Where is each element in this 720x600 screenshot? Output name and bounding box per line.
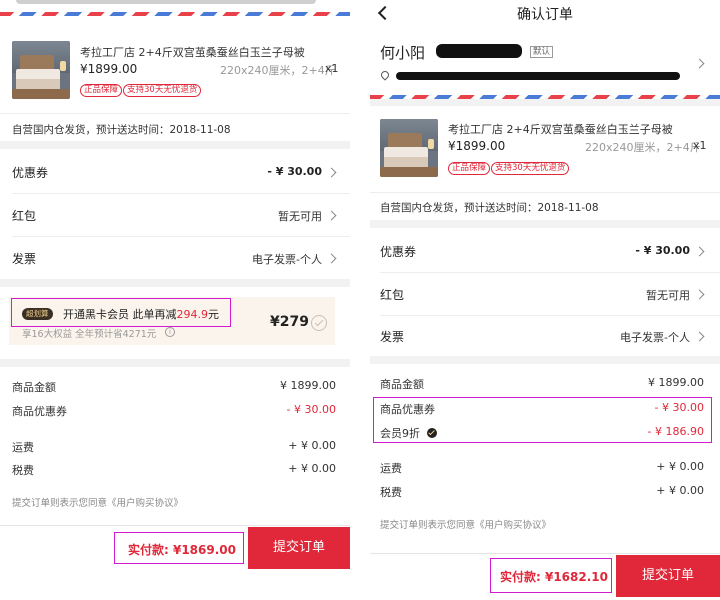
agreement-text[interactable]: 提交订单则表示您同意《用户购买协议》 <box>380 517 551 531</box>
sum-shipping-label: 运费 <box>12 441 34 454</box>
submit-order-button[interactable]: 提交订单 <box>616 555 720 597</box>
sum-tax-value: + ¥ 0.00 <box>288 462 336 475</box>
redpacket-value[interactable]: 暂无可用 <box>646 287 690 303</box>
invoice-value[interactable]: 电子发票-个人 <box>252 251 322 267</box>
divider <box>380 272 720 273</box>
redpacket-label[interactable]: 红包 <box>380 286 404 303</box>
tag-return: 支持30天无忧退货 <box>491 162 570 175</box>
tag-genuine: 正品保障 <box>448 162 491 175</box>
left-order-screen: 考拉工厂店 2+4斤双宫茧桑蚕丝白玉兰子母被 ¥1899.00 220x240厘… <box>0 0 350 600</box>
tag-genuine: 正品保障 <box>80 84 123 97</box>
sum-goods-label: 商品金额 <box>12 381 56 394</box>
chevron-right-icon[interactable] <box>694 58 705 69</box>
blackcard-price: ¥279 <box>270 314 309 330</box>
location-pin-icon <box>379 69 391 81</box>
sum-shipping-label: 运费 <box>380 462 402 475</box>
checkmark-circle-icon[interactable] <box>311 315 327 331</box>
highlight-box <box>11 298 231 327</box>
section-gap <box>0 359 350 367</box>
sum-tax-value: + ¥ 0.00 <box>656 484 704 497</box>
divider <box>370 192 720 193</box>
section-gap <box>370 356 720 364</box>
sum-goods-value: ¥ 1899.00 <box>648 376 704 389</box>
highlight-box <box>114 532 244 564</box>
invoice-label[interactable]: 发票 <box>380 328 404 345</box>
divider <box>12 236 350 237</box>
invoice-value[interactable]: 电子发票-个人 <box>620 329 690 345</box>
tag-return: 支持30天无忧退货 <box>123 84 202 97</box>
product-spec: 220x240厘米，2+4斤 <box>220 64 336 77</box>
redpacket-value[interactable]: 暂无可用 <box>278 208 322 224</box>
sum-goods-value: ¥ 1899.00 <box>280 379 336 392</box>
coupon-value[interactable]: - ¥ 30.00 <box>635 244 690 257</box>
chevron-right-icon[interactable] <box>326 167 337 178</box>
redacted-phone <box>436 44 522 58</box>
chevron-right-icon[interactable] <box>326 210 337 221</box>
address-line-cropped <box>16 0 316 4</box>
product-price: ¥1899.00 <box>448 139 506 153</box>
blackcard-sub: 享16大权益 全年预计省4271元 <box>22 329 157 340</box>
sum-shipping-value: + ¥ 0.00 <box>656 460 704 473</box>
footer-divider <box>0 525 350 526</box>
product-spec: 220x240厘米，2+4斤 <box>585 141 701 154</box>
product-title[interactable]: 考拉工厂店 2+4斤双宫茧桑蚕丝白玉兰子母被 <box>448 121 673 137</box>
section-gap <box>0 279 350 287</box>
highlight-box <box>373 397 712 443</box>
sum-coupon-value: - ¥ 30.00 <box>286 403 336 416</box>
highlight-box <box>490 558 612 593</box>
coupon-label[interactable]: 优惠券 <box>12 164 48 181</box>
submit-order-button[interactable]: 提交订单 <box>248 527 350 569</box>
sum-shipping-value: + ¥ 0.00 <box>288 439 336 452</box>
shipping-info: 自营国内仓发货，预计送达时间：2018-11-08 <box>380 202 599 214</box>
product-price: ¥1899.00 <box>80 62 138 76</box>
info-icon[interactable]: i <box>165 327 175 337</box>
divider <box>380 315 720 316</box>
invoice-label[interactable]: 发票 <box>12 250 36 267</box>
coupon-value[interactable]: - ¥ 30.00 <box>267 165 322 178</box>
default-badge: 默认 <box>530 46 554 58</box>
sum-tax-label: 税费 <box>380 486 402 499</box>
chevron-right-icon[interactable] <box>694 289 705 300</box>
product-qty: x1 <box>693 139 707 152</box>
divider <box>0 113 350 114</box>
chevron-right-icon[interactable] <box>694 331 705 342</box>
chevron-right-icon[interactable] <box>326 253 337 264</box>
coupon-label[interactable]: 优惠券 <box>380 243 416 260</box>
section-gap <box>0 141 350 149</box>
shipping-info: 自营国内仓发货，预计送达时间：2018-11-08 <box>12 124 231 136</box>
product-thumbnail[interactable] <box>380 119 438 177</box>
sum-goods-label: 商品金额 <box>380 378 424 391</box>
product-title[interactable]: 考拉工厂店 2+4斤双宫茧桑蚕丝白玉兰子母被 <box>80 44 305 60</box>
page-title: 确认订单 <box>517 7 573 23</box>
sum-tax-label: 税费 <box>12 464 34 477</box>
redacted-address <box>396 72 680 80</box>
right-order-screen: 确认订单 何小阳 默认 考拉工厂店 2+4斤双宫茧桑蚕丝白玉兰子母被 ¥1899… <box>370 0 720 600</box>
sum-coupon-label: 商品优惠券 <box>12 405 67 418</box>
address-name[interactable]: 何小阳 <box>380 42 425 63</box>
product-thumbnail[interactable] <box>12 41 70 99</box>
section-gap <box>370 99 720 106</box>
agreement-text[interactable]: 提交订单则表示您同意《用户购买协议》 <box>12 495 183 509</box>
chevron-right-icon[interactable] <box>694 246 705 257</box>
footer-divider <box>370 553 720 554</box>
divider <box>12 193 350 194</box>
airmail-divider <box>0 12 350 16</box>
section-gap <box>370 220 720 228</box>
product-qty: x1 <box>325 62 339 75</box>
redpacket-label[interactable]: 红包 <box>12 207 36 224</box>
